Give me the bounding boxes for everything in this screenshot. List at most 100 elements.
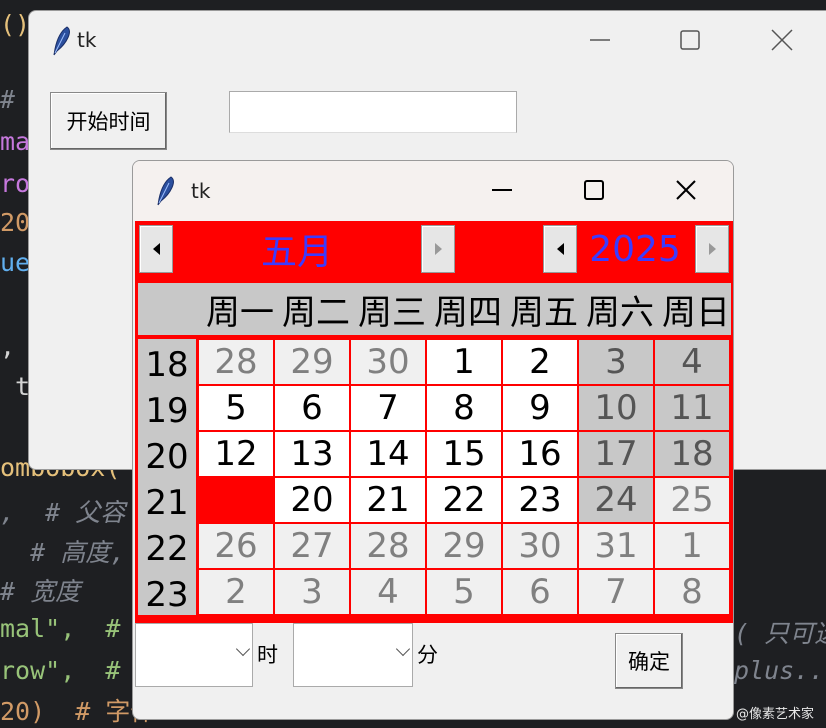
- week-number: 19: [138, 385, 196, 431]
- week-number: 18: [138, 339, 196, 385]
- day-cell[interactable]: 9: [503, 386, 577, 430]
- chevron-down-icon[interactable]: [235, 641, 251, 657]
- week-number: 20: [138, 431, 196, 477]
- code-line: , # 父容: [0, 498, 126, 527]
- minimize-icon[interactable]: [585, 25, 615, 55]
- calendar-window: tk 五月 2025 周一 周二 周三 周四 周五 周六 周日 18 28 29 30 1 2 3 4 19…: [132, 160, 734, 720]
- day-cell[interactable]: 14: [351, 432, 425, 476]
- day-cell[interactable]: 29: [275, 340, 349, 384]
- maximize-icon[interactable]: [675, 25, 705, 55]
- day-cell[interactable]: 15: [427, 432, 501, 476]
- code-line: t: [0, 372, 31, 401]
- calendar-window-titlebar[interactable]: tk: [133, 161, 733, 221]
- maximize-icon[interactable]: [579, 175, 609, 205]
- day-cell[interactable]: 28: [199, 340, 273, 384]
- calendar: 五月 2025 周一 周二 周三 周四 周五 周六 周日 18 28 29 30 1 2 3 4 19 5 6 7…: [135, 221, 733, 623]
- arrow-right-icon: [434, 243, 442, 255]
- code-line: (): [0, 10, 31, 39]
- minute-combobox[interactable]: [293, 623, 413, 687]
- arrow-left-icon: [556, 243, 564, 255]
- day-cell[interactable]: 6: [503, 570, 577, 614]
- day-cell[interactable]: 4: [655, 340, 729, 384]
- code-line: #: [0, 85, 16, 114]
- week-number: 21: [138, 477, 196, 523]
- confirm-button[interactable]: 确定: [615, 633, 683, 689]
- day-cell[interactable]: 30: [351, 340, 425, 384]
- start-time-button[interactable]: 开始时间: [50, 92, 167, 150]
- code-line: ue: [0, 248, 31, 277]
- prev-month-button[interactable]: [139, 225, 173, 273]
- code-line: row", #: [0, 656, 121, 685]
- day-cell[interactable]: 27: [275, 524, 349, 568]
- code-line-right: plus..: [734, 656, 825, 685]
- day-cell[interactable]: 25: [655, 478, 729, 522]
- calendar-window-title: tk: [191, 179, 211, 203]
- week-number: 22: [138, 523, 196, 569]
- month-label: 五月: [260, 232, 333, 273]
- feather-icon: [157, 176, 174, 206]
- day-cell[interactable]: 3: [579, 340, 653, 384]
- main-window-titlebar[interactable]: tk: [29, 11, 826, 71]
- code-line: mal", #: [0, 614, 121, 643]
- day-cell[interactable]: 5: [427, 570, 501, 614]
- day-cell[interactable]: 10: [579, 386, 653, 430]
- weekday-label: 周五: [510, 292, 578, 333]
- weekday-label: 周日: [662, 292, 730, 333]
- day-cell[interactable]: 28: [351, 524, 425, 568]
- code-line: # 宽度: [0, 577, 81, 606]
- weekday-label: 周三: [358, 292, 426, 333]
- day-cell[interactable]: 1: [427, 340, 501, 384]
- next-month-button[interactable]: [421, 225, 455, 273]
- code-line: ma: [0, 127, 31, 156]
- code-line: # 高度,: [0, 538, 126, 567]
- day-cell[interactable]: 20: [275, 478, 349, 522]
- prev-year-button[interactable]: [543, 225, 577, 273]
- year-label: 2025: [589, 228, 681, 270]
- arrow-left-icon: [152, 243, 160, 255]
- day-cell[interactable]: 30: [503, 524, 577, 568]
- chevron-down-icon[interactable]: [395, 641, 411, 657]
- day-cell[interactable]: 11: [655, 386, 729, 430]
- day-cell[interactable]: 7: [351, 386, 425, 430]
- hour-label: 时: [257, 643, 278, 667]
- code-line: ro: [0, 169, 31, 198]
- day-cell[interactable]: 24: [579, 478, 653, 522]
- weekday-label: 周二: [282, 292, 350, 333]
- close-icon[interactable]: [671, 175, 701, 205]
- day-cell[interactable]: 18: [655, 432, 729, 476]
- minimize-icon[interactable]: [487, 175, 517, 205]
- arrow-right-icon: [708, 243, 716, 255]
- day-cell[interactable]: 31: [579, 524, 653, 568]
- day-cell[interactable]: 12: [199, 432, 273, 476]
- day-cell[interactable]: 1: [655, 524, 729, 568]
- weekday-label: 周一: [206, 292, 274, 333]
- time-entry[interactable]: [229, 91, 517, 133]
- day-cell[interactable]: 2: [503, 340, 577, 384]
- day-cell[interactable]: 21: [351, 478, 425, 522]
- day-cell[interactable]: 5: [199, 386, 273, 430]
- day-cell[interactable]: 4: [351, 570, 425, 614]
- feather-icon: [53, 26, 70, 56]
- weekday-header: 周一 周二 周三 周四 周五 周六 周日: [138, 283, 731, 335]
- day-cell[interactable]: 22: [427, 478, 501, 522]
- next-year-button[interactable]: [695, 225, 729, 273]
- close-icon[interactable]: [767, 25, 797, 55]
- weekday-label: 周四: [434, 292, 502, 333]
- day-cell[interactable]: 29: [427, 524, 501, 568]
- hour-combobox[interactable]: [135, 623, 253, 687]
- week-number: 23: [138, 569, 196, 615]
- day-cell[interactable]: 23: [503, 478, 577, 522]
- day-cell[interactable]: 16: [503, 432, 577, 476]
- day-cell[interactable]: 26: [199, 524, 273, 568]
- day-cell[interactable]: 13: [275, 432, 349, 476]
- day-cell-selected[interactable]: [199, 478, 273, 522]
- day-cell[interactable]: 8: [427, 386, 501, 430]
- day-cell[interactable]: 2: [199, 570, 273, 614]
- day-cell[interactable]: 8: [655, 570, 729, 614]
- day-cell[interactable]: 17: [579, 432, 653, 476]
- day-cell[interactable]: 6: [275, 386, 349, 430]
- minute-label: 分: [417, 643, 438, 667]
- day-cell[interactable]: 7: [579, 570, 653, 614]
- day-cell[interactable]: 3: [275, 570, 349, 614]
- code-line: 20: [0, 208, 31, 237]
